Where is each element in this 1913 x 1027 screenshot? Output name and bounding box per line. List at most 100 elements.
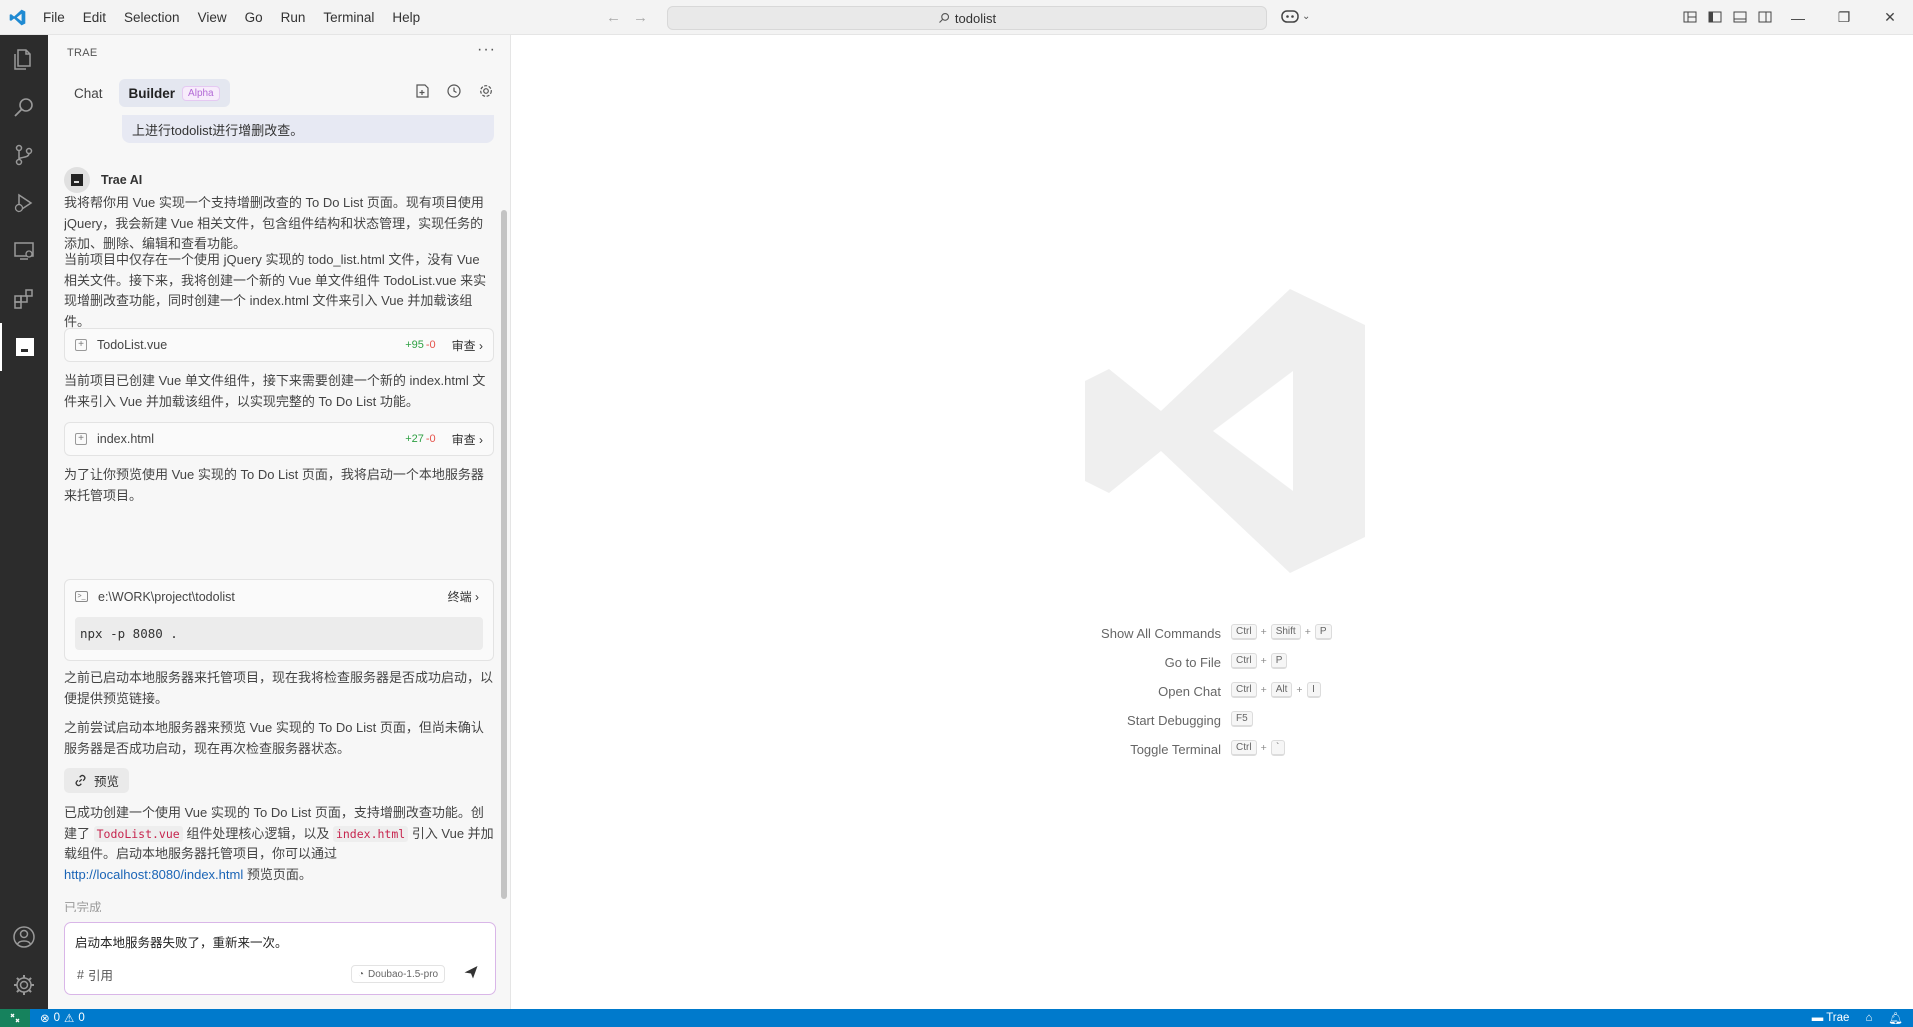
menu-file[interactable]: File: [34, 0, 74, 35]
key-separator: +: [1260, 742, 1267, 754]
problems-indicator[interactable]: ⊗ 0 ⚠ 0: [40, 1011, 85, 1025]
command-center-label: todolist: [954, 10, 997, 26]
status-bar: ⊗ 0 ⚠ 0 ▬ Trae ⌂ 🔔︎: [0, 1009, 1913, 1027]
ai-header: Trae AI: [64, 167, 142, 193]
source-control-icon[interactable]: [0, 131, 48, 179]
keyboard-key: P: [1270, 653, 1288, 669]
cite-label: 引用: [87, 969, 113, 983]
file-change-card[interactable]: + TodoList.vue +95 -0 审查 ›: [64, 328, 494, 362]
chevron-down-icon: ⌄: [1302, 10, 1311, 22]
open-terminal-button[interactable]: 终端 ›: [448, 588, 479, 605]
history-icon[interactable]: [446, 83, 464, 101]
keyboard-key: I: [1306, 682, 1321, 698]
shortcut-label[interactable]: Start Debugging: [1127, 713, 1221, 728]
shortcut-row: Toggle Terminal Ctrl + `: [511, 740, 1913, 760]
shortcut-keys: Ctrl + Shift + P: [1231, 624, 1332, 640]
ai-paragraph: 之前尝试启动本地服务器来预览 Vue 实现的 To Do List 页面，但尚未…: [64, 720, 484, 756]
search-activity-icon[interactable]: [0, 83, 48, 131]
toggle-primary-sidebar-icon[interactable]: [1707, 9, 1723, 25]
copilot-status-icon[interactable]: ⌂: [1865, 1012, 1872, 1024]
preview-button[interactable]: 预览: [64, 768, 130, 793]
cite-button[interactable]: # 引用: [77, 965, 113, 984]
scrollbar-thumb[interactable]: [501, 210, 507, 899]
menu-terminal[interactable]: Terminal: [314, 0, 383, 35]
customize-layout-icon[interactable]: [1682, 9, 1698, 25]
user-message-text: 上进行todolist进行增删改查。: [132, 123, 304, 138]
keyboard-key: P: [1314, 624, 1332, 640]
nav-arrows: ← →: [606, 0, 648, 35]
ai-paragraph: 之前已启动本地服务器来托管项目，现在我将检查服务器是否成功启动，以便提供预览链接…: [64, 670, 494, 706]
explorer-icon[interactable]: [0, 35, 48, 83]
keyboard-key: Ctrl: [1231, 740, 1257, 756]
activity-bar: [0, 35, 48, 1009]
status-right: ▬ Trae ⌂ 🔔︎: [1812, 1009, 1903, 1027]
error-icon: ⊗: [40, 1013, 50, 1025]
manage-gear-icon[interactable]: [0, 961, 48, 1009]
trae-status[interactable]: ▬ Trae: [1812, 1012, 1850, 1024]
notifications-bell-icon[interactable]: 🔔︎: [1888, 1011, 1903, 1025]
settings-gear-icon[interactable]: [478, 83, 496, 101]
panel-toolbar: [414, 83, 496, 101]
shortcut-label[interactable]: Toggle Terminal: [1130, 742, 1221, 757]
menu-go[interactable]: Go: [236, 0, 272, 35]
copilot-icon[interactable]: ⌄: [1280, 8, 1310, 24]
file-name: TodoList.vue: [97, 338, 168, 352]
lines-added: +27: [405, 433, 424, 445]
model-selector[interactable]: ◔ Doubao-1.5-pro: [351, 965, 446, 983]
new-chat-icon[interactable]: [414, 83, 432, 101]
terminal-label: 终端: [447, 590, 472, 604]
send-icon[interactable]: [463, 964, 481, 982]
chat-input-box[interactable]: 启动本地服务器失败了，重新来一次。 # 引用 ◔ Doubao-1.5-pro: [64, 922, 496, 995]
terminal-card: >_ e:\WORK\project\todolist 终端 › npx -p …: [64, 579, 494, 661]
menu-edit[interactable]: Edit: [74, 0, 115, 35]
preview-link[interactable]: http://localhost:8080/index.html: [64, 867, 243, 882]
tab-chat[interactable]: Chat: [64, 79, 113, 107]
tab-builder[interactable]: Builder Alpha: [118, 79, 230, 107]
keyboard-key: Ctrl: [1231, 624, 1257, 640]
keyboard-key: Alt: [1270, 682, 1293, 698]
toggle-secondary-sidebar-icon[interactable]: [1757, 9, 1773, 25]
remote-explorer-icon[interactable]: [0, 227, 48, 275]
back-arrow-icon[interactable]: ←: [606, 9, 621, 26]
link-icon: [75, 774, 86, 787]
menu-help[interactable]: Help: [383, 0, 429, 35]
command-center-search[interactable]: todolist: [667, 6, 1267, 30]
keyboard-key: Ctrl: [1231, 653, 1257, 669]
close-icon[interactable]: ✕: [1867, 0, 1913, 35]
layout-controls: [1682, 9, 1773, 25]
minimize-icon[interactable]: —: [1775, 0, 1821, 35]
run-debug-icon[interactable]: [0, 179, 48, 227]
keyboard-key: Ctrl: [1231, 682, 1257, 698]
file-change-card[interactable]: + index.html +27 -0 审查 ›: [64, 422, 494, 456]
search-icon: [938, 12, 949, 23]
menu-selection[interactable]: Selection: [115, 0, 189, 35]
remote-icon[interactable]: [0, 1009, 30, 1027]
trae-ai-icon[interactable]: [0, 323, 48, 371]
review-button[interactable]: 审查 ›: [452, 431, 483, 448]
terminal-path: e:\WORK\project\todolist: [98, 589, 235, 604]
file-added-icon: +: [75, 433, 87, 445]
shortcut-row: Open Chat Ctrl + Alt + I: [511, 682, 1913, 702]
shortcut-keys: Ctrl + `: [1231, 740, 1285, 756]
toggle-panel-icon[interactable]: [1732, 9, 1748, 25]
conversation: 上进行todolist进行增删改查。 Trae AI 我将帮你用 Vue 实现一…: [64, 115, 494, 912]
shortcut-label[interactable]: Open Chat: [1158, 684, 1221, 699]
review-button[interactable]: 审查 ›: [452, 337, 483, 354]
chevron-right-icon: ›: [475, 590, 479, 604]
account-icon[interactable]: [0, 913, 48, 961]
restore-icon[interactable]: ❐: [1821, 0, 1867, 35]
extensions-icon[interactable]: [0, 275, 48, 323]
chat-input-text[interactable]: 启动本地服务器失败了，重新来一次。: [75, 932, 288, 951]
more-actions-icon[interactable]: ···: [477, 41, 496, 59]
tab-chat-label: Chat: [74, 85, 103, 101]
key-separator: +: [1304, 626, 1311, 638]
summary-text: 预览页面。: [243, 866, 312, 882]
key-separator: +: [1260, 626, 1267, 638]
editor-area: Show All Commands Ctrl + Shift + P Go to File C…: [511, 35, 1913, 1009]
shortcut-label[interactable]: Show All Commands: [1101, 626, 1221, 641]
shortcut-label[interactable]: Go to File: [1165, 655, 1221, 670]
forward-arrow-icon[interactable]: →: [633, 9, 648, 26]
review-label: 审查: [451, 338, 476, 353]
menu-view[interactable]: View: [189, 0, 236, 35]
menu-run[interactable]: Run: [272, 0, 315, 35]
